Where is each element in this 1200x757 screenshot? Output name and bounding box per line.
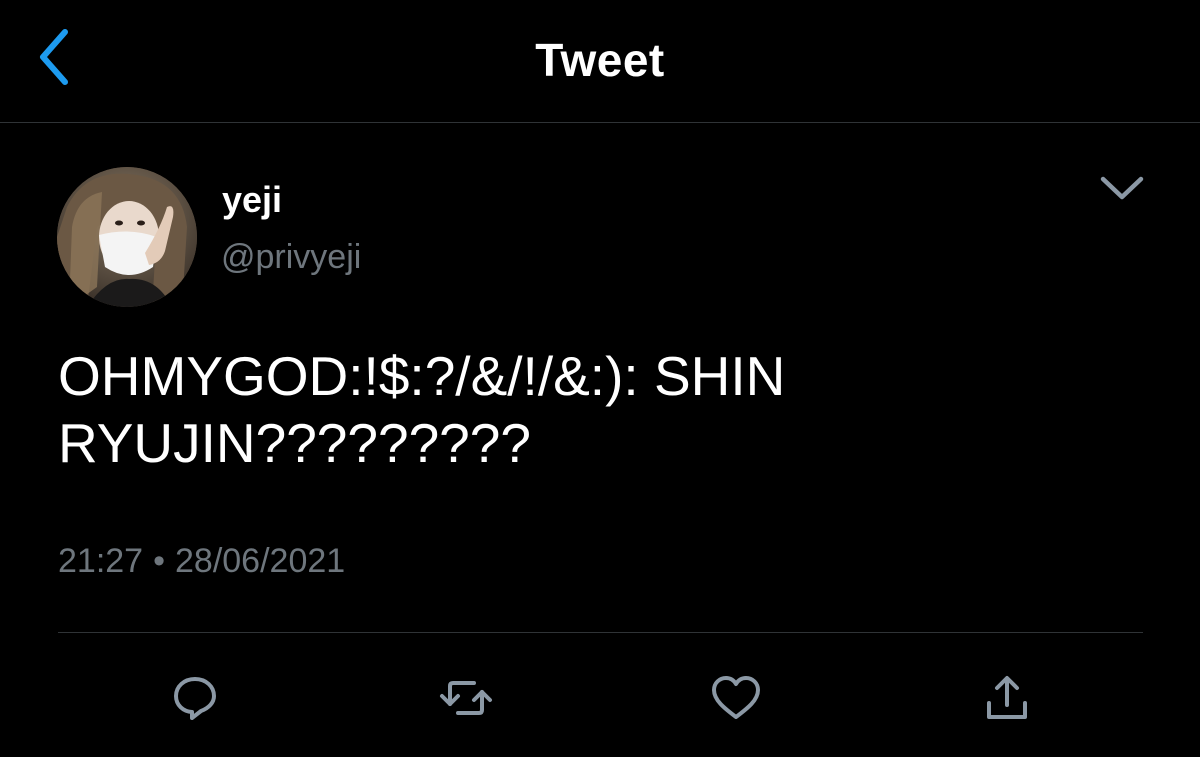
- retweet-button[interactable]: [434, 666, 498, 730]
- user-handle[interactable]: @privyeji: [221, 236, 361, 278]
- meta-separator: •: [153, 542, 165, 580]
- tweet-date: 28/06/2021: [175, 542, 346, 580]
- tweet-timestamp: 21:27 • 28/06/2021: [58, 540, 345, 582]
- tweet-text: OHMYGOD:!$:?/&/!/&:): SHIN RYUJIN???????…: [58, 345, 786, 474]
- reply-button[interactable]: [163, 666, 227, 730]
- display-name[interactable]: yeji: [222, 178, 282, 222]
- chevron-down-icon: [1099, 174, 1145, 207]
- share-icon: [983, 673, 1031, 723]
- reply-icon: [171, 674, 219, 722]
- share-button[interactable]: [975, 666, 1039, 730]
- avatar[interactable]: [57, 167, 197, 307]
- heart-icon: [710, 674, 762, 722]
- retweet-icon: [438, 674, 494, 722]
- like-button[interactable]: [704, 666, 768, 730]
- tweet-time: 21:27: [58, 542, 144, 580]
- tweet-menu-button[interactable]: [1094, 168, 1150, 212]
- top-bar: Tweet: [0, 0, 1200, 123]
- page-title: Tweet: [535, 34, 665, 86]
- divider: [58, 632, 1143, 633]
